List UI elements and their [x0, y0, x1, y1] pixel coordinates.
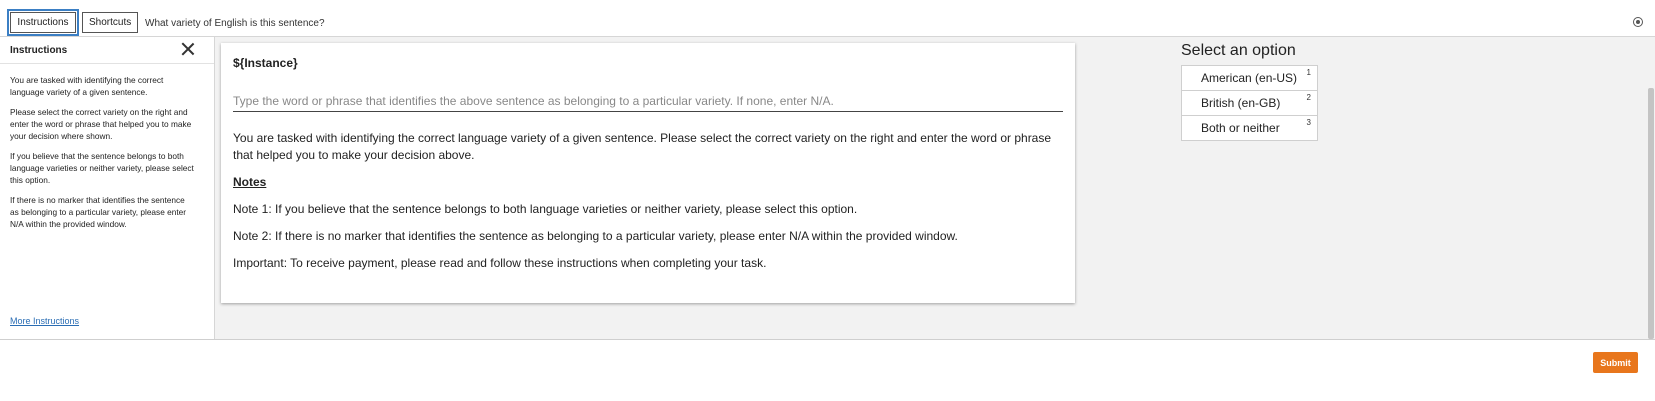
option-both-or-neither[interactable]: Both or neither 3	[1182, 116, 1317, 140]
option-american[interactable]: American (en-US) 1	[1182, 66, 1317, 91]
settings-icon[interactable]	[1633, 17, 1643, 27]
shortcut-key: 2	[1306, 93, 1311, 102]
sidebar-paragraph: Please select the correct variety on the…	[10, 107, 192, 141]
important-note: Important: To receive payment, please re…	[233, 256, 767, 270]
shortcuts-button[interactable]: Shortcuts	[82, 12, 138, 33]
shortcut-key: 3	[1306, 118, 1311, 127]
option-british[interactable]: British (en-GB) 2	[1182, 91, 1317, 116]
option-label: Both or neither	[1201, 121, 1280, 135]
options-title: Select an option	[1181, 42, 1296, 59]
more-instructions-link[interactable]: More Instructions	[10, 316, 79, 326]
task-card: ${Instance} You are tasked with identify…	[221, 43, 1075, 303]
scrollbar[interactable]	[1648, 88, 1654, 339]
note-1: Note 1: If you believe that the sentence…	[233, 202, 858, 216]
sidebar-paragraph: You are tasked with identifying the corr…	[10, 75, 164, 97]
task-question: What variety of English is this sentence…	[145, 18, 325, 29]
shortcut-key: 1	[1306, 68, 1311, 77]
close-icon[interactable]	[181, 42, 195, 56]
card-instructions: You are tasked with identifying the corr…	[233, 130, 1063, 282]
sidebar-title: Instructions	[10, 45, 68, 56]
sidebar-paragraph: If you believe that the sentence belongs…	[10, 151, 194, 185]
options-list: American (en-US) 1 British (en-GB) 2 Bot…	[1181, 65, 1318, 141]
sidebar-divider	[0, 63, 214, 64]
marker-text-input[interactable]	[233, 91, 1063, 112]
sidebar-paragraph: If there is no marker that identifies th…	[10, 195, 187, 229]
sidebar-instructions-text: You are tasked with identifying the corr…	[10, 74, 195, 238]
main-area: ${Instance} You are tasked with identify…	[215, 37, 1655, 339]
card-intro: You are tasked with identifying the corr…	[233, 131, 1052, 162]
notes-heading: Notes	[233, 175, 267, 189]
instructions-button[interactable]: Instructions	[7, 9, 79, 36]
submit-button[interactable]: Submit	[1593, 352, 1638, 373]
option-label: British (en-GB)	[1201, 96, 1281, 110]
top-bar: Instructions Shortcuts What variety of E…	[0, 0, 1655, 37]
note-2: Note 2: If there is no marker that ident…	[233, 229, 958, 243]
option-label: American (en-US)	[1201, 71, 1298, 85]
footer-divider	[0, 339, 1655, 340]
instructions-sidebar: Instructions You are tasked with identif…	[0, 37, 215, 339]
instance-title: ${Instance}	[233, 56, 298, 70]
